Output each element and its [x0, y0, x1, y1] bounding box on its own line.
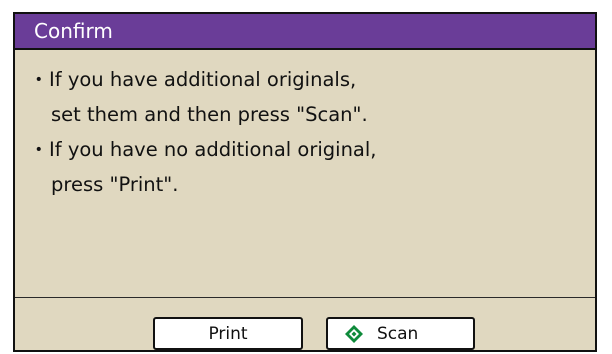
message-item-no-additional-original: ・ If you have no additional original, pr… [29, 132, 579, 202]
message-item-additional-originals: ・ If you have additional originals, set … [29, 62, 579, 132]
footer-divider [15, 297, 595, 298]
confirm-dialog: Confirm ・ If you have additional origina… [13, 12, 597, 352]
message-line: If you have no additional original, [49, 138, 377, 161]
message-line: press "Print". [51, 173, 179, 196]
start-diamond-icon [345, 325, 363, 343]
scan-button[interactable]: Scan [326, 317, 475, 350]
dialog-title: Confirm [34, 19, 113, 43]
bullet-icon: ・ [29, 138, 49, 161]
message-area: ・ If you have additional originals, set … [29, 62, 579, 202]
bullet-icon: ・ [29, 68, 49, 91]
title-bar: Confirm [15, 14, 595, 50]
print-button[interactable]: Print [153, 317, 303, 350]
message-line: set them and then press "Scan". [51, 103, 368, 126]
print-button-label: Print [208, 324, 248, 344]
scan-button-label: Scan [377, 324, 419, 344]
message-line: If you have additional originals, [49, 68, 357, 91]
